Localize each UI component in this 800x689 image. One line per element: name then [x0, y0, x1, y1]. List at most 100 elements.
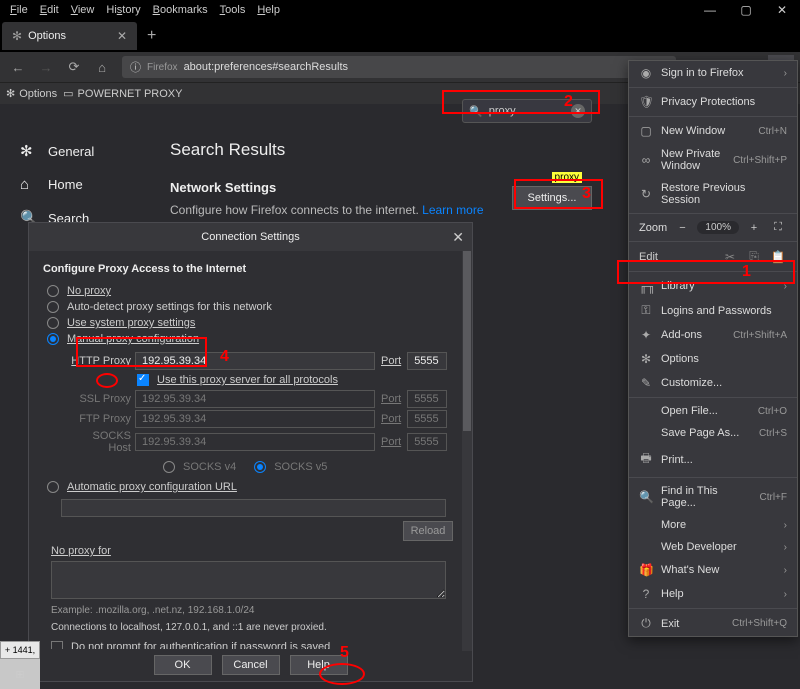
menu-new-private-window[interactable]: ∞New Private WindowCtrl+Shift+P	[629, 143, 797, 177]
dialog-buttons: OK Cancel Help	[29, 655, 472, 675]
menu-edit[interactable]: Edit	[34, 4, 65, 16]
restore-icon: ↻	[639, 187, 653, 201]
close-window-button[interactable]: ✕	[764, 0, 800, 20]
radio-no-proxy[interactable]: No proxy	[47, 283, 458, 299]
home-button[interactable]: ⌂	[90, 55, 114, 79]
no-proxy-for-input[interactable]	[51, 561, 446, 599]
reload-button[interactable]: ⟳	[62, 55, 86, 79]
menu-more[interactable]: More›	[629, 514, 797, 536]
menu-logins[interactable]: ⚿Logins and Passwords	[629, 298, 797, 323]
zoom-in-button[interactable]: +	[745, 222, 763, 234]
menu-sign-in[interactable]: ◉Sign in to Firefox›	[629, 61, 797, 85]
menu-restore-session[interactable]: ↻Restore Previous Session	[629, 177, 797, 211]
search-highlight: proxy	[552, 172, 582, 183]
dialog-title-bar: Connection Settings ✕	[29, 223, 472, 251]
clear-search-button[interactable]: ✕	[571, 104, 585, 118]
scrollbar-thumb[interactable]	[463, 251, 471, 431]
back-button[interactable]: ←	[6, 55, 30, 79]
no-prompt-checkbox[interactable]: Do not prompt for authentication if pass…	[51, 639, 458, 649]
menu-exit[interactable]: ⏻ExitCtrl+Shift+Q	[629, 611, 797, 636]
radio-icon	[47, 333, 59, 345]
menu-file[interactable]: File	[4, 4, 34, 16]
auto-config-url-input[interactable]	[61, 499, 446, 517]
window-icon: ▢	[639, 124, 653, 138]
cancel-button[interactable]: Cancel	[222, 655, 280, 675]
localhost-note: Connections to localhost, 127.0.0.1, and…	[51, 622, 458, 633]
sidebar-item-home[interactable]: ⌂Home	[20, 168, 140, 201]
menu-open-file[interactable]: Open File...Ctrl+O	[629, 400, 797, 422]
checkbox-icon	[137, 374, 149, 386]
menu-tools[interactable]: Tools	[214, 4, 252, 16]
menu-bookmarks[interactable]: Bookmarks	[147, 4, 214, 16]
bookmark-folder-powernet[interactable]: ▭POWERNET PROXY	[63, 87, 182, 100]
menu-history[interactable]: History	[100, 4, 146, 16]
url-text: about:preferences#searchResults	[184, 61, 652, 73]
cut-button[interactable]: ✂	[721, 250, 739, 264]
minimize-button[interactable]: —	[692, 0, 728, 20]
menu-whats-new[interactable]: 🎁What's New›	[629, 558, 797, 582]
print-icon: 🖶	[639, 449, 653, 470]
radio-manual-proxy[interactable]: Manual proxy configuration	[47, 331, 458, 347]
tab-options[interactable]: ✻ Options ✕	[2, 22, 137, 50]
menu-options[interactable]: ✻Options	[629, 347, 797, 371]
paste-button[interactable]: 📋	[769, 250, 787, 264]
radio-auto-config-url[interactable]: Automatic proxy configuration URL	[47, 479, 458, 495]
fullscreen-button[interactable]: ⛶	[769, 221, 787, 234]
radio-icon	[47, 317, 59, 329]
learn-more-link[interactable]: Learn more	[422, 203, 483, 217]
help-button[interactable]: Help	[290, 655, 348, 675]
preferences-main: 🔍 ✕ Search Results Network Settings Conf…	[170, 104, 600, 217]
socks-port-input	[407, 433, 447, 451]
dialog-header: Configure Proxy Access to the Internet	[43, 263, 458, 275]
menu-web-developer[interactable]: Web Developer›	[629, 536, 797, 558]
menu-help[interactable]: ?Help›	[629, 582, 797, 606]
dialog-close-button[interactable]: ✕	[452, 229, 464, 246]
gear-icon: ✻	[6, 87, 15, 100]
radio-icon	[47, 301, 59, 313]
http-proxy-host-input[interactable]	[135, 352, 375, 370]
menu-view[interactable]: View	[65, 4, 101, 16]
forward-button[interactable]: →	[34, 55, 58, 79]
ok-button[interactable]: OK	[154, 655, 212, 675]
menu-find[interactable]: 🔍Find in This Page...Ctrl+F	[629, 480, 797, 514]
menu-library[interactable]: ╓╖Library›	[629, 274, 797, 298]
copy-button[interactable]: ⎘	[745, 249, 763, 264]
account-icon: ◉	[639, 66, 653, 80]
reload-button[interactable]: Reload	[403, 521, 453, 541]
shield-icon: 🛡	[639, 95, 653, 109]
menu-privacy-protections[interactable]: 🛡Privacy Protections	[629, 90, 797, 114]
zoom-percent[interactable]: 100%	[697, 221, 739, 234]
preferences-search-input[interactable]	[489, 105, 565, 117]
search-icon: 🔍	[639, 490, 653, 504]
menu-print[interactable]: 🖶Print...	[629, 444, 797, 475]
network-settings-button[interactable]: Settings...	[512, 186, 592, 210]
radio-icon	[47, 285, 59, 297]
menu-save-page[interactable]: Save Page As...Ctrl+S	[629, 422, 797, 444]
tab-title: Options	[28, 30, 111, 42]
taskbar-start[interactable]: ⊞	[0, 659, 40, 689]
maximize-button[interactable]: ▢	[728, 0, 764, 20]
menu-zoom-row: Zoom − 100% + ⛶	[629, 216, 797, 239]
menu-help[interactable]: Help	[251, 4, 286, 16]
bookmark-options[interactable]: ✻Options	[6, 87, 57, 100]
radio-use-system[interactable]: Use system proxy settings	[47, 315, 458, 331]
menu-new-window[interactable]: ▢New WindowCtrl+N	[629, 119, 797, 143]
url-bar[interactable]: ⓘ Firefox about:preferences#searchResult…	[122, 56, 676, 78]
new-tab-button[interactable]: +	[137, 27, 166, 45]
sidebar-item-general[interactable]: ✻General	[20, 134, 140, 168]
preferences-sidebar: ✻General ⌂Home 🔍Search	[20, 134, 140, 235]
menu-addons[interactable]: ✦Add-onsCtrl+Shift+A	[629, 323, 797, 347]
dialog-scrollbar[interactable]	[462, 251, 472, 651]
menubar: File Edit View History Bookmarks Tools H…	[0, 0, 800, 20]
radio-auto-detect[interactable]: Auto-detect proxy settings for this netw…	[47, 299, 458, 315]
home-icon: ⌂	[20, 176, 38, 193]
preferences-search-box[interactable]: 🔍 ✕	[462, 99, 592, 123]
windows-icon: ⊞	[15, 668, 24, 681]
ssl-proxy-label: SSL Proxy	[69, 393, 131, 405]
tab-close-button[interactable]: ✕	[117, 29, 127, 43]
menu-customize[interactable]: ✎Customize...	[629, 371, 797, 395]
zoom-out-button[interactable]: −	[673, 222, 691, 234]
use-proxy-all-checkbox[interactable]: Use this proxy server for all protocols	[137, 371, 458, 389]
http-proxy-port-input[interactable]	[407, 352, 447, 370]
radio-icon	[254, 461, 266, 473]
